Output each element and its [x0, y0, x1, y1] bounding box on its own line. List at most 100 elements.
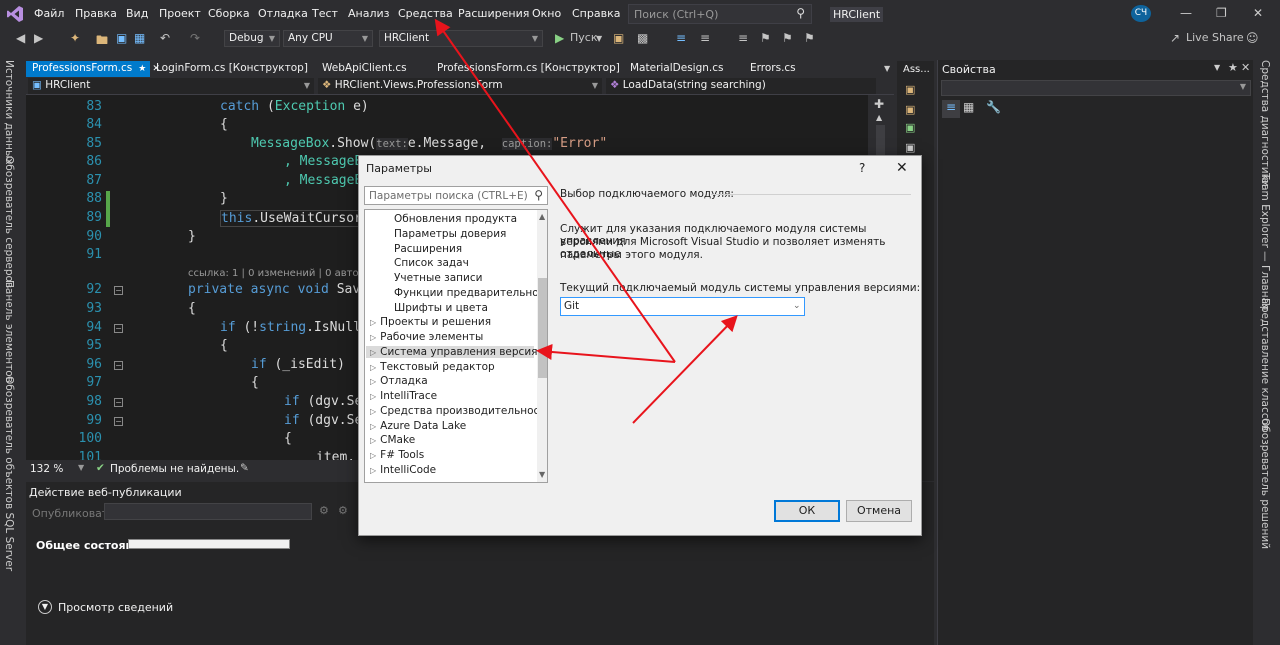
align-left-icon[interactable]: ≡ [676, 31, 686, 45]
configuration-combo[interactable]: Debug ▼ [224, 30, 280, 47]
tab-sql-object-explorer[interactable]: Обозреватель объектов SQL Server [3, 376, 15, 571]
chevron-down-icon[interactable]: ▼ [1214, 63, 1220, 72]
tree-item[interactable]: Шрифты и цвета [394, 302, 488, 314]
tree-item-work-items[interactable]: ▷ Рабочие элементы [370, 331, 483, 343]
tab-overflow-icon[interactable]: ▼ [884, 64, 890, 73]
startup-project-combo[interactable]: HRClient ▼ [379, 30, 543, 47]
menu-file[interactable]: Файл [34, 7, 64, 20]
expand-icon[interactable]: ▷ [370, 466, 376, 475]
tree-item[interactable]: Расширения [394, 243, 462, 255]
collapse-icon[interactable]: − [114, 324, 123, 333]
back-icon[interactable]: ◀ [16, 31, 25, 45]
scroll-up-icon[interactable]: ▲ [539, 212, 545, 221]
feedback-icon[interactable]: ☺ [1246, 31, 1259, 45]
expand-icon[interactable]: ▷ [370, 363, 376, 372]
forward-icon[interactable]: ▶ [34, 31, 43, 45]
tab-professionsform-cs[interactable]: ProfessionsForm.cs ★ ✕ [26, 61, 160, 77]
bookmark-prev-icon[interactable]: ⚑ [782, 31, 793, 45]
expand-icon[interactable]: ▷ [370, 422, 376, 431]
live-share-button[interactable]: Live Share [1186, 31, 1244, 44]
type-nav-combo[interactable]: ❖ HRClient.Views.ProfessionsForm ▼ [318, 78, 602, 94]
menu-tools[interactable]: Средства [398, 7, 453, 20]
expand-icon[interactable]: ▷ [370, 333, 376, 342]
tool-icon[interactable]: ▣ [905, 121, 915, 134]
menu-project[interactable]: Проект [159, 7, 201, 20]
tree-item[interactable]: Список задач [394, 257, 469, 269]
tree-item-cmake[interactable]: ▷ CMake [370, 434, 415, 446]
close-icon[interactable]: ✕ [896, 160, 908, 176]
object-selector[interactable]: ▼ [941, 80, 1251, 96]
codelens-references[interactable]: ссылка: 1 | 0 изменений | 0 автор [188, 268, 365, 279]
tab-team-explorer[interactable]: Team Explorer — Главная [1259, 173, 1271, 310]
menu-window[interactable]: Окно [532, 7, 561, 20]
browser-link-icon[interactable]: ▣ [613, 31, 624, 45]
expand-icon[interactable]: ▷ [370, 436, 376, 445]
pin-icon[interactable]: ★ [1228, 61, 1238, 74]
restore-icon[interactable]: ❐ [1216, 6, 1227, 20]
tab-professionsform-designer[interactable]: ProfessionsForm.cs [Конструктор] [431, 61, 626, 77]
collapse-icon[interactable]: − [114, 417, 123, 426]
categorized-icon[interactable]: ≡ [942, 100, 960, 118]
scroll-up-icon[interactable]: ▲ [876, 113, 882, 122]
menu-debug[interactable]: Отладка [258, 7, 308, 20]
tool-icon[interactable]: ▣ [905, 103, 915, 116]
open-folder-icon[interactable]: 🖿 [96, 31, 108, 52]
expand-icon[interactable]: ▷ [370, 348, 376, 357]
member-nav-combo[interactable]: ❖ LoadData(string searching) [606, 78, 876, 94]
assistant-tab[interactable]: Ass... [903, 64, 930, 75]
tree-item-intellitrace[interactable]: ▷ IntelliTrace [370, 390, 437, 402]
tree-item-source-control[interactable]: ▷ Система управления версиями [366, 346, 547, 358]
tree-item-text-editor[interactable]: ▷ Текстовый редактор [370, 361, 495, 373]
menu-help[interactable]: Справка [572, 7, 620, 20]
source-control-plugin-select[interactable]: Git ⌄ [560, 297, 805, 316]
split-icon[interactable]: ✚ [874, 97, 884, 111]
tab-solution-explorer[interactable]: Обозреватель решений [1259, 418, 1271, 549]
close-icon[interactable]: ✕ [1253, 6, 1263, 20]
tab-server-explorer[interactable]: Обозреватель серверов [3, 156, 15, 288]
tab-data-sources[interactable]: Источники данных [3, 60, 15, 165]
settings-icon[interactable]: ⚙ [319, 504, 329, 517]
view-details-link[interactable]: Просмотр сведений [58, 601, 173, 614]
menu-extensions[interactable]: Расширения [458, 7, 529, 20]
property-pages-icon[interactable]: 🔧 [986, 100, 1001, 114]
avatar[interactable]: СЧ [1131, 5, 1151, 22]
ok-button[interactable]: ОК [774, 500, 840, 522]
tree-item-debugging[interactable]: ▷ Отладка [370, 375, 428, 387]
tree-item-projects[interactable]: ▷ Проекты и решения [370, 316, 491, 328]
screenshot-icon[interactable]: ▩ [637, 31, 648, 45]
tab-materialdesign-cs[interactable]: MaterialDesign.cs [624, 61, 730, 77]
undo-icon[interactable]: ↶ [160, 31, 170, 45]
tool-icon[interactable]: ▣ [905, 141, 915, 154]
alphabetical-icon[interactable]: ▦ [963, 100, 974, 114]
comment-icon[interactable]: ≡ [700, 31, 710, 45]
chevron-down-icon[interactable]: ▼ [596, 34, 602, 43]
redo-icon[interactable]: ↷ [190, 31, 200, 45]
format-icon[interactable]: ≡ [738, 31, 748, 45]
menu-view[interactable]: Вид [126, 7, 148, 20]
menu-test[interactable]: Тест [312, 7, 338, 20]
new-project-icon[interactable]: ✦ [70, 31, 80, 45]
menu-edit[interactable]: Правка [75, 7, 117, 20]
tab-webapiclient-cs[interactable]: WebApiClient.cs [316, 61, 413, 77]
tab-diagnostic-tools[interactable]: Средства диагностики [1259, 60, 1271, 187]
expand-icon[interactable]: ▷ [370, 318, 376, 327]
help-button[interactable]: ? [859, 161, 865, 175]
expand-icon[interactable]: ▷ [370, 377, 376, 386]
quick-launch-search[interactable]: Поиск (Ctrl+Q) ⚲ [628, 4, 812, 24]
collapse-icon[interactable]: − [114, 398, 123, 407]
minimize-icon[interactable]: — [1180, 6, 1192, 20]
chevron-down-icon[interactable]: ▼ [78, 463, 84, 472]
bookmark-icon[interactable]: ⚑ [760, 31, 771, 45]
menu-build[interactable]: Сборка [208, 7, 250, 20]
save-icon[interactable]: ▣ [116, 31, 127, 45]
tab-toolbox[interactable]: Панель элементов [3, 280, 15, 383]
tree-item[interactable]: Учетные записи [394, 272, 482, 284]
issues-status[interactable]: Проблемы не найдены. [110, 463, 239, 475]
tree-item-intellicode[interactable]: ▷ IntelliCode [370, 464, 436, 476]
options-tree[interactable]: Обновления продукта Параметры доверия Ра… [364, 209, 548, 483]
expand-icon[interactable]: ▷ [370, 407, 376, 416]
tree-item[interactable]: Параметры доверия [394, 228, 506, 240]
publish-profile-combo[interactable] [104, 503, 312, 520]
tab-errors-cs[interactable]: Errors.cs [744, 61, 802, 77]
tree-item[interactable]: Обновления продукта [394, 213, 517, 225]
